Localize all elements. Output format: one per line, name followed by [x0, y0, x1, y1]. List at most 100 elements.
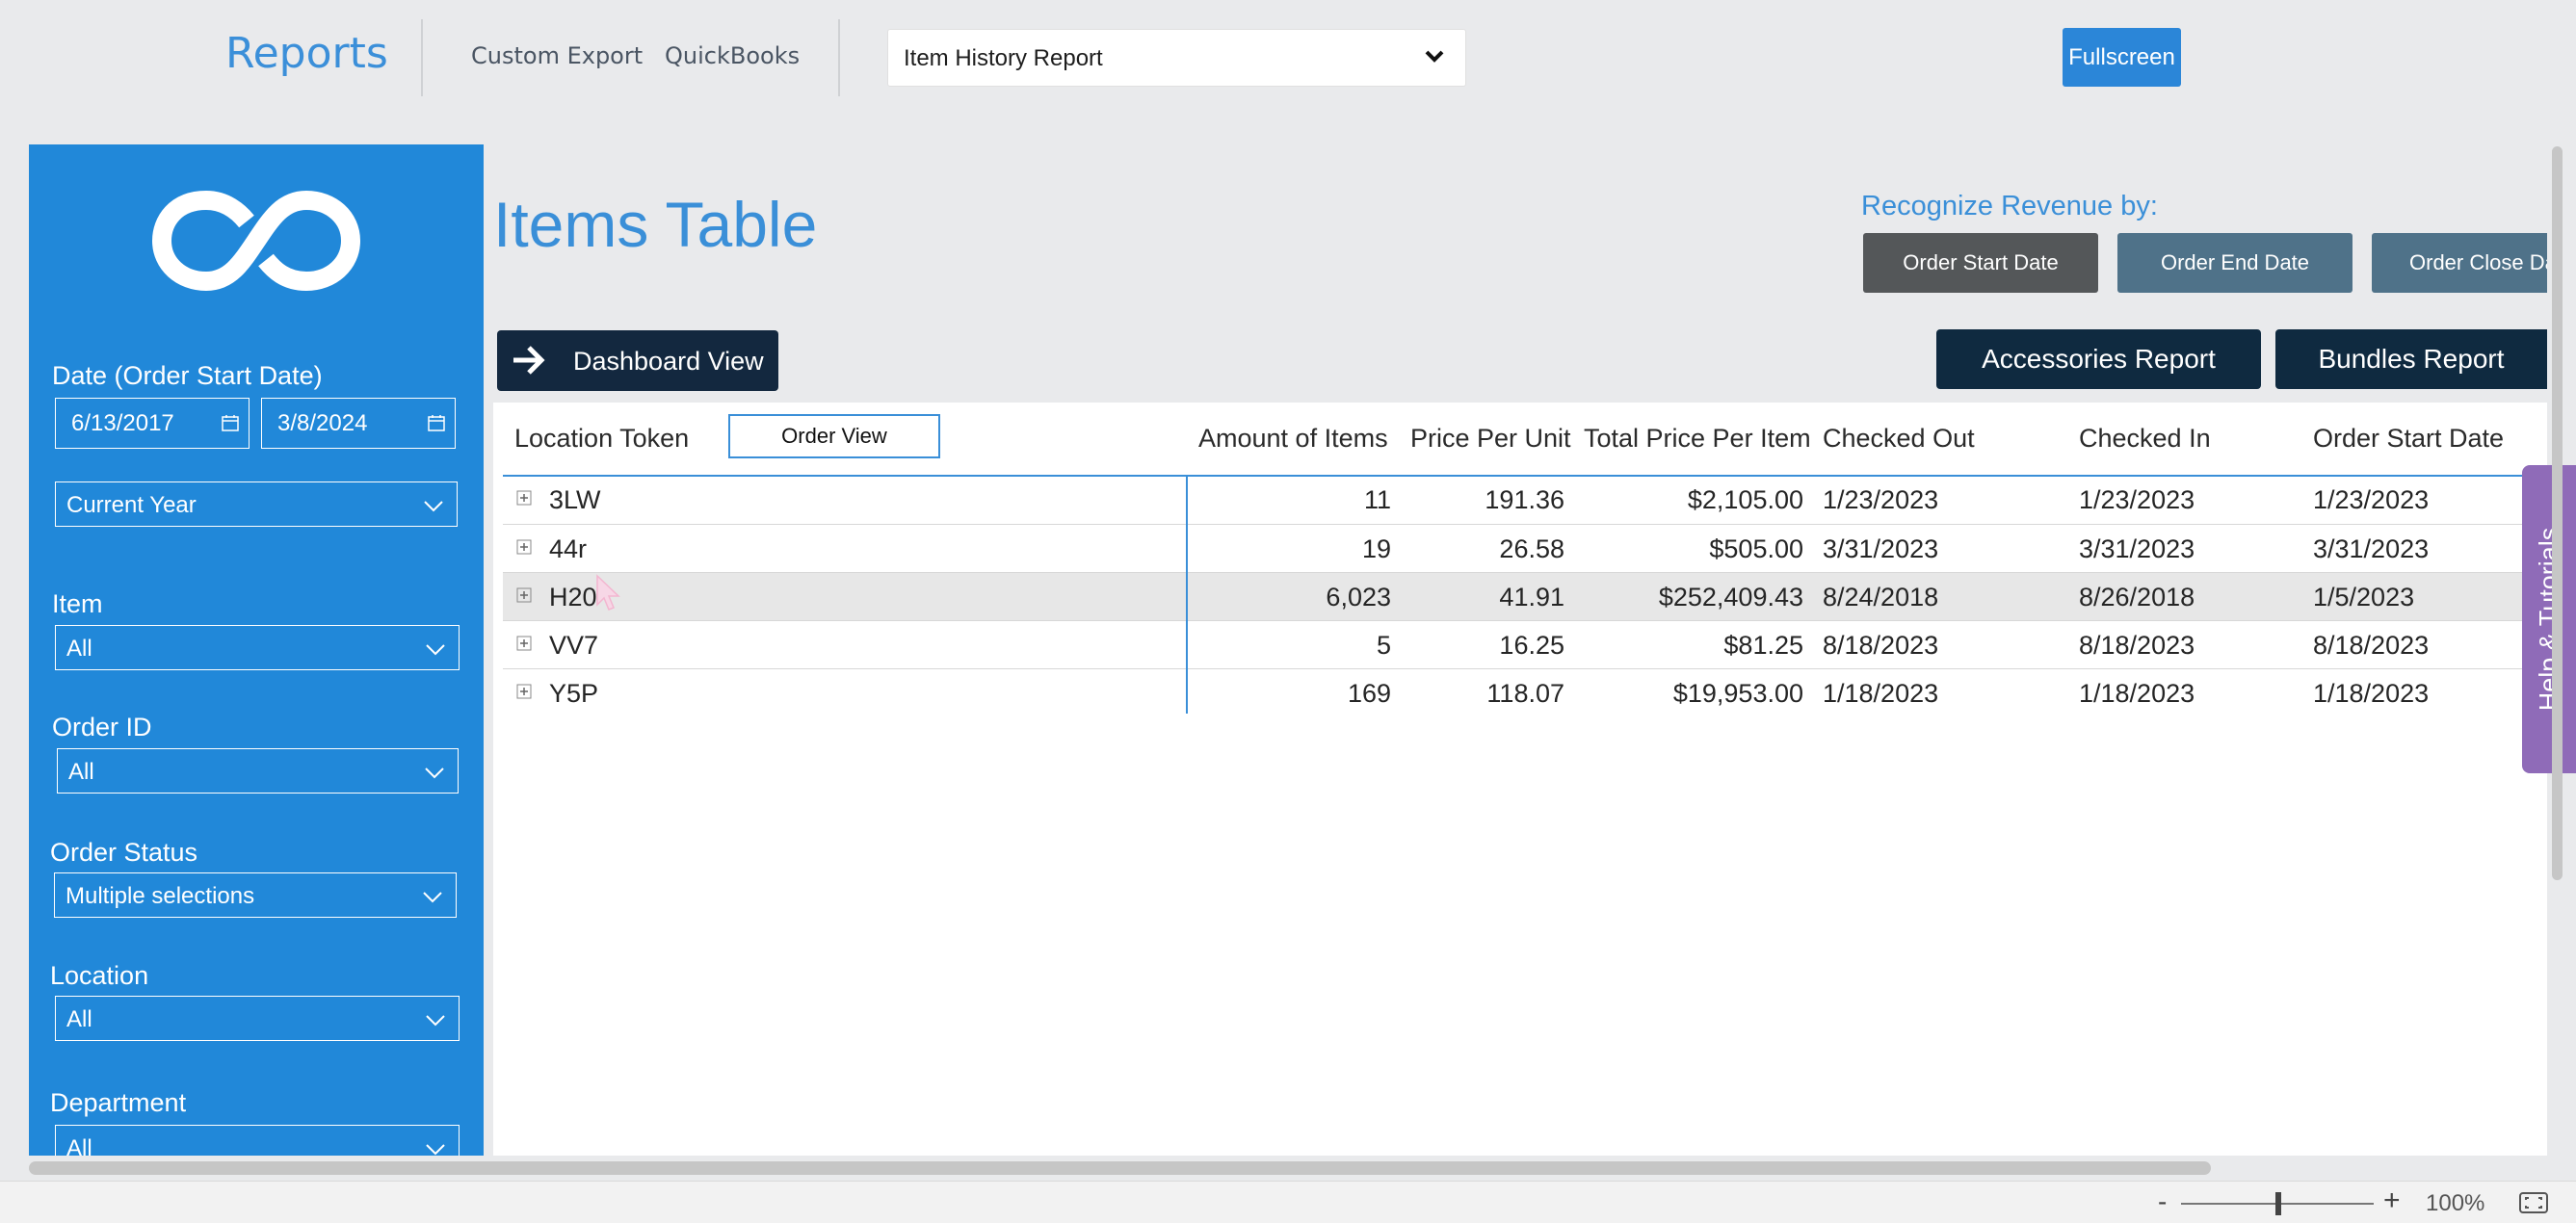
cell-checked-out: 1/18/2023: [1823, 679, 1939, 708]
cell-order-start-date: 8/18/2023: [2313, 631, 2430, 660]
cell-amount: 6,023: [1326, 583, 1391, 612]
horizontal-scrollbar[interactable]: [29, 1161, 2211, 1175]
department-value: All: [66, 1135, 92, 1156]
calendar-icon[interactable]: [428, 414, 445, 431]
cell-amount: 19: [1361, 534, 1391, 563]
date-from-value: 6/13/2017: [71, 410, 174, 436]
recognize-order-start-date-button[interactable]: Order Start Date: [1863, 233, 2098, 293]
chevron-down-icon: [425, 768, 444, 779]
cell-total-price: $505.00: [1709, 534, 1803, 563]
recognize-order-end-date-button[interactable]: Order End Date: [2117, 233, 2353, 293]
cell-location-token: 3LW: [549, 485, 601, 514]
order-id-filter-label: Order ID: [52, 713, 152, 742]
cell-price-per-unit: 16.25: [1499, 631, 1564, 660]
arrow-right-icon: [513, 346, 545, 375]
cell-order-start-date: 1/18/2023: [2313, 679, 2430, 708]
report-select[interactable]: Item History Report: [887, 29, 1466, 87]
vertical-scrollbar[interactable]: [2552, 146, 2563, 880]
cell-checked-in: 8/26/2018: [2079, 583, 2195, 612]
order-id-dropdown[interactable]: All: [57, 748, 459, 794]
cell-order-start-date: 3/31/2023: [2313, 534, 2430, 563]
zoom-level: 100%: [2426, 1190, 2485, 1216]
recognize-revenue-label: Recognize Revenue by:: [1861, 191, 2158, 221]
fit-to-page-icon[interactable]: [2519, 1192, 2548, 1213]
cell-checked-out: 3/31/2023: [1823, 534, 1939, 563]
recognize-order-close-date-button[interactable]: Order Close Date: [2372, 233, 2547, 293]
cell-amount: 11: [1363, 485, 1391, 514]
infinity-logo: [152, 190, 360, 292]
cell-location-token: H20: [549, 583, 597, 612]
column-header-checked-in[interactable]: Checked In: [2079, 424, 2211, 454]
table-row[interactable]: 3LW 11 191.36 $2,105.00 1/23/2023 1/23/2…: [503, 476, 2526, 524]
cell-total-price: $81.25: [1723, 631, 1803, 660]
nav-divider: [421, 19, 423, 96]
calendar-icon[interactable]: [222, 414, 239, 431]
expand-icon[interactable]: [516, 587, 532, 603]
brand-reports[interactable]: Reports: [225, 29, 388, 78]
cell-checked-out: 1/23/2023: [1823, 485, 1939, 514]
cell-total-price: $19,953.00: [1672, 679, 1803, 708]
zoom-in-button[interactable]: +: [2383, 1184, 2401, 1217]
expand-icon[interactable]: [516, 539, 532, 555]
table-row[interactable]: 44r 19 26.58 $505.00 3/31/2023 3/31/2023…: [503, 525, 2526, 573]
dashboard-view-button[interactable]: Dashboard View: [497, 330, 778, 391]
date-to-input[interactable]: 3/8/2024: [261, 398, 456, 449]
order-status-filter-label: Order Status: [50, 838, 198, 867]
nav-link-custom-export[interactable]: Custom Export: [471, 42, 643, 69]
chevron-down-icon: [426, 1015, 445, 1027]
cell-checked-out: 8/24/2018: [1823, 583, 1939, 612]
help-tutorials-tab[interactable]: Help & Tutorials: [2522, 465, 2576, 773]
cell-location-token: 44r: [549, 534, 588, 563]
expand-icon[interactable]: [516, 636, 532, 651]
date-to-value: 3/8/2024: [277, 410, 368, 436]
column-header-amount-of-items[interactable]: Amount of Items: [1198, 424, 1388, 454]
zoom-slider-thumb[interactable]: [2275, 1192, 2281, 1215]
cell-checked-in: 8/18/2023: [2079, 631, 2195, 660]
cell-price-per-unit: 191.36: [1485, 485, 1564, 514]
cell-price-per-unit: 118.07: [1486, 679, 1564, 708]
cell-order-start-date: 1/5/2023: [2313, 583, 2415, 612]
cell-price-per-unit: 26.58: [1499, 534, 1564, 563]
item-value: All: [66, 636, 92, 662]
page-title: Items Table: [493, 189, 818, 260]
chevron-down-icon: [426, 1144, 445, 1156]
chevron-down-icon: [424, 501, 443, 512]
bundles-report-button[interactable]: Bundles Report: [2275, 329, 2547, 389]
location-value: All: [66, 1006, 92, 1032]
column-divider: [1186, 476, 1188, 714]
zoom-out-button[interactable]: -: [2158, 1186, 2167, 1217]
order-status-value: Multiple selections: [66, 883, 255, 909]
cell-checked-out: 8/18/2023: [1823, 631, 1939, 660]
column-header-order-start-date[interactable]: Order Start Date: [2313, 424, 2504, 454]
column-header-price-per-unit[interactable]: Price Per Unit: [1410, 424, 1571, 454]
table-row[interactable]: Y5P 169 118.07 $19,953.00 1/18/2023 1/18…: [503, 669, 2526, 717]
column-header-total-price-per-item[interactable]: Total Price Per Item: [1584, 424, 1811, 454]
cell-amount: 169: [1347, 679, 1391, 708]
nav-link-quickbooks[interactable]: QuickBooks: [665, 42, 800, 69]
table-row[interactable]: H20 6,023 41.91 $252,409.43 8/24/2018 8/…: [503, 573, 2526, 621]
chevron-down-icon: [423, 892, 442, 903]
item-dropdown[interactable]: All: [55, 625, 460, 670]
period-dropdown[interactable]: Current Year: [55, 481, 458, 527]
nav-divider: [838, 19, 840, 96]
fullscreen-button[interactable]: Fullscreen: [2063, 28, 2181, 87]
expand-icon[interactable]: [516, 490, 532, 506]
location-dropdown[interactable]: All: [55, 996, 460, 1041]
date-from-input[interactable]: 6/13/2017: [55, 398, 250, 449]
cell-checked-in: 3/31/2023: [2079, 534, 2195, 563]
column-header-checked-out[interactable]: Checked Out: [1823, 424, 1975, 454]
top-nav: Reports Custom Export QuickBooks Item Hi…: [0, 0, 2576, 116]
cell-amount: 5: [1376, 631, 1391, 660]
order-status-dropdown[interactable]: Multiple selections: [54, 872, 457, 918]
order-view-button[interactable]: Order View: [728, 414, 940, 458]
column-header-location-token[interactable]: Location Token: [514, 424, 689, 454]
department-dropdown[interactable]: All: [55, 1125, 460, 1156]
table-row[interactable]: VV7 5 16.25 $81.25 8/18/2023 8/18/2023 8…: [503, 621, 2526, 669]
cell-price-per-unit: 41.91: [1499, 583, 1564, 612]
department-filter-label: Department: [50, 1088, 187, 1117]
expand-icon[interactable]: [516, 684, 532, 699]
date-filter-label: Date (Order Start Date): [52, 361, 323, 390]
accessories-report-button[interactable]: Accessories Report: [1936, 329, 2261, 389]
item-filter-label: Item: [52, 589, 103, 618]
filter-sidebar: Date (Order Start Date) 6/13/2017 3/8/20…: [29, 144, 484, 1156]
